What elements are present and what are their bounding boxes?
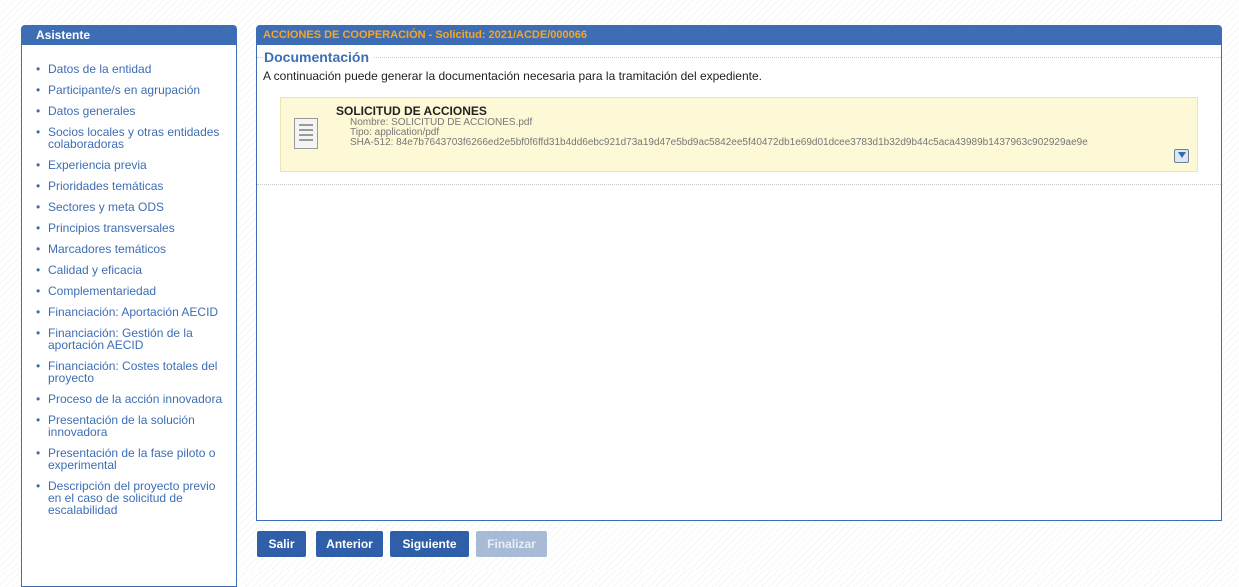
- next-button[interactable]: Siguiente: [390, 531, 469, 557]
- sidebar-item-label: Complementariedad: [48, 284, 157, 298]
- sidebar-item[interactable]: • Financiación: Costes totales del proyec…: [22, 360, 236, 384]
- sidebar-item-label: Marcadores temáticos: [48, 242, 167, 256]
- section-divider: [257, 57, 1221, 58]
- previous-button[interactable]: Anterior: [316, 531, 383, 557]
- bullet-icon: •: [36, 158, 41, 172]
- sidebar-item-label: Financiación: Aportación AECID: [48, 305, 219, 319]
- exit-button[interactable]: Salir: [257, 531, 306, 557]
- sidebar-item-label: Principios transversales: [48, 221, 175, 235]
- sidebar-item-label: Calidad y eficacia: [48, 263, 143, 277]
- sidebar-item[interactable]: • Proceso de la acción innovadora: [22, 393, 236, 405]
- bullet-icon: •: [36, 479, 41, 493]
- bullet-icon: •: [36, 200, 41, 214]
- sidebar-item-label: Sectores y meta ODS: [48, 200, 165, 214]
- bullet-icon: •: [36, 125, 41, 139]
- bullet-icon: •: [36, 446, 41, 460]
- sidebar-item-label: Prioridades temáticas: [48, 179, 164, 193]
- sidebar-item-label: Proceso de la acción innovadora: [48, 392, 223, 406]
- bullet-icon: •: [36, 305, 41, 319]
- main-panel: ACCIONES DE COOPERACIÓN - Solicitud: 202…: [256, 25, 1222, 521]
- bullet-icon: •: [36, 179, 41, 193]
- sidebar-item-label: Financiación: Costes totales del proyect…: [48, 359, 218, 385]
- bullet-icon: •: [36, 359, 41, 373]
- section-header: Documentación: [257, 49, 1221, 67]
- sidebar-item-label: Financiación: Gestión de la aportación A…: [48, 326, 193, 352]
- sidebar-item[interactable]: • Financiación: Gestión de la aportación …: [22, 327, 236, 351]
- sidebar-nav-list: • Datos de la entidad • Participante/s en a…: [22, 45, 236, 516]
- bullet-icon: •: [36, 62, 41, 76]
- document-title: SOLICITUD DE ACCIONES: [336, 104, 487, 118]
- page-title: ACCIONES DE COOPERACIÓN - Solicitud: 202…: [257, 26, 1221, 45]
- sidebar-item[interactable]: • Complementariedad: [22, 285, 236, 297]
- bullet-icon: •: [36, 326, 41, 340]
- sidebar-item-label: Presentación de la fase piloto o experim…: [48, 446, 216, 472]
- bullet-icon: •: [36, 413, 41, 427]
- bullet-icon: •: [36, 392, 41, 406]
- sidebar-item[interactable]: • Datos de la entidad: [22, 63, 236, 75]
- sidebar-item[interactable]: • Datos generales: [22, 105, 236, 117]
- sidebar-item[interactable]: • Prioridades temáticas: [22, 180, 236, 192]
- sidebar-item[interactable]: • Experiencia previa: [22, 159, 236, 171]
- sidebar-item-label: Datos generales: [48, 104, 136, 118]
- bullet-icon: •: [36, 104, 41, 118]
- pdf-document-icon[interactable]: [294, 118, 318, 149]
- document-card: SOLICITUD DE ACCIONES Nombre: SOLICITUD …: [280, 97, 1198, 172]
- sidebar-title: Asistente: [22, 26, 236, 45]
- intro-text: A continuación puede generar la document…: [263, 69, 762, 83]
- section-title: Documentación: [264, 49, 374, 65]
- sidebar-item[interactable]: • Sectores y meta ODS: [22, 201, 236, 213]
- sidebar-item[interactable]: • Socios locales y otras entidades colabo…: [22, 126, 236, 150]
- bullet-icon: •: [36, 242, 41, 256]
- sidebar-item[interactable]: • Marcadores temáticos: [22, 243, 236, 255]
- finish-button: Finalizar: [476, 531, 547, 557]
- download-icon[interactable]: [1174, 149, 1189, 163]
- sidebar-item[interactable]: • Financiación: Aportación AECID: [22, 306, 236, 318]
- sidebar-item-label: Datos de la entidad: [48, 62, 152, 76]
- bullet-icon: •: [36, 284, 41, 298]
- bullet-icon: •: [36, 263, 41, 277]
- card-divider: [257, 184, 1221, 185]
- sidebar-item[interactable]: • Presentación de la solución innovadora: [22, 414, 236, 438]
- wizard-sidebar: Asistente • Datos de la entidad • Participa…: [21, 25, 237, 587]
- sidebar-item[interactable]: • Participante/s en agrupación: [22, 84, 236, 96]
- bullet-icon: •: [36, 221, 41, 235]
- sidebar-item[interactable]: • Principios transversales: [22, 222, 236, 234]
- sidebar-item[interactable]: • Presentación de la fase piloto o experi…: [22, 447, 236, 471]
- document-hash: SHA-512: 84e7b7643703f6266ed2e5bf0f6ffd3…: [350, 137, 1088, 148]
- sidebar-item[interactable]: • Calidad y eficacia: [22, 264, 236, 276]
- sidebar-item[interactable]: • Descripción del proyecto previo en el c…: [22, 480, 236, 516]
- sidebar-item-label: Presentación de la solución innovadora: [48, 413, 195, 439]
- sidebar-item-label: Participante/s en agrupación: [48, 83, 201, 97]
- sidebar-item-label: Socios locales y otras entidades colabor…: [48, 125, 220, 151]
- bullet-icon: •: [36, 83, 41, 97]
- sidebar-item-label: Descripción del proyecto previo en el ca…: [48, 479, 216, 517]
- sidebar-item-label: Experiencia previa: [48, 158, 147, 172]
